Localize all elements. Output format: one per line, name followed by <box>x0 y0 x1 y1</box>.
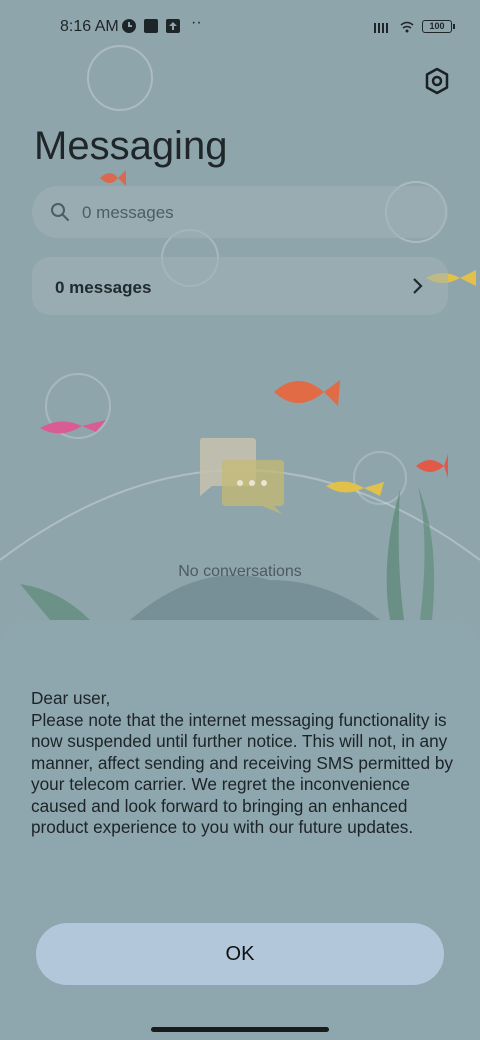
empty-state-text: No conversations <box>178 563 302 580</box>
rock <box>130 575 380 620</box>
chat-bubbles-icon <box>200 438 284 514</box>
seaweed <box>418 486 435 620</box>
seaweed <box>386 490 404 620</box>
fish-orange <box>274 380 340 406</box>
search-bar[interactable]: 0 messages <box>32 186 448 238</box>
messages-row-label: 0 messages <box>55 278 152 297</box>
seaweed <box>20 584 90 620</box>
notice-body: Please note that the internet messaging … <box>31 709 453 838</box>
status-bar: 8:16 AM ·· 100 <box>0 0 480 56</box>
search-placeholder: 0 messages <box>82 203 174 222</box>
ok-button[interactable]: OK <box>36 923 444 985</box>
hexagon-settings-icon[interactable] <box>418 62 456 100</box>
search-icon <box>51 203 69 221</box>
home-indicator[interactable] <box>151 1027 329 1032</box>
wifi-icon <box>400 21 414 32</box>
status-time: 8:16 AM <box>60 18 119 35</box>
signal-icon <box>374 22 388 33</box>
app-notification-icon <box>122 19 136 33</box>
notice-greeting: Dear user, <box>31 688 111 708</box>
upload-notification-icon <box>166 19 180 33</box>
status-indicators: 100 <box>374 20 455 33</box>
bubble <box>353 451 407 505</box>
more-notifications-icon: ·· <box>191 14 202 31</box>
messages-row[interactable]: 0 messages <box>32 257 448 315</box>
page-title: Messaging <box>34 124 228 168</box>
square-notification-icon <box>144 19 158 33</box>
chevron-right-icon <box>413 278 423 294</box>
fish-red-small <box>100 170 126 186</box>
fish-red-right <box>416 454 448 478</box>
battery-icon: 100 <box>422 20 455 33</box>
notice-text: Dear user, Please note that the internet… <box>31 688 461 839</box>
